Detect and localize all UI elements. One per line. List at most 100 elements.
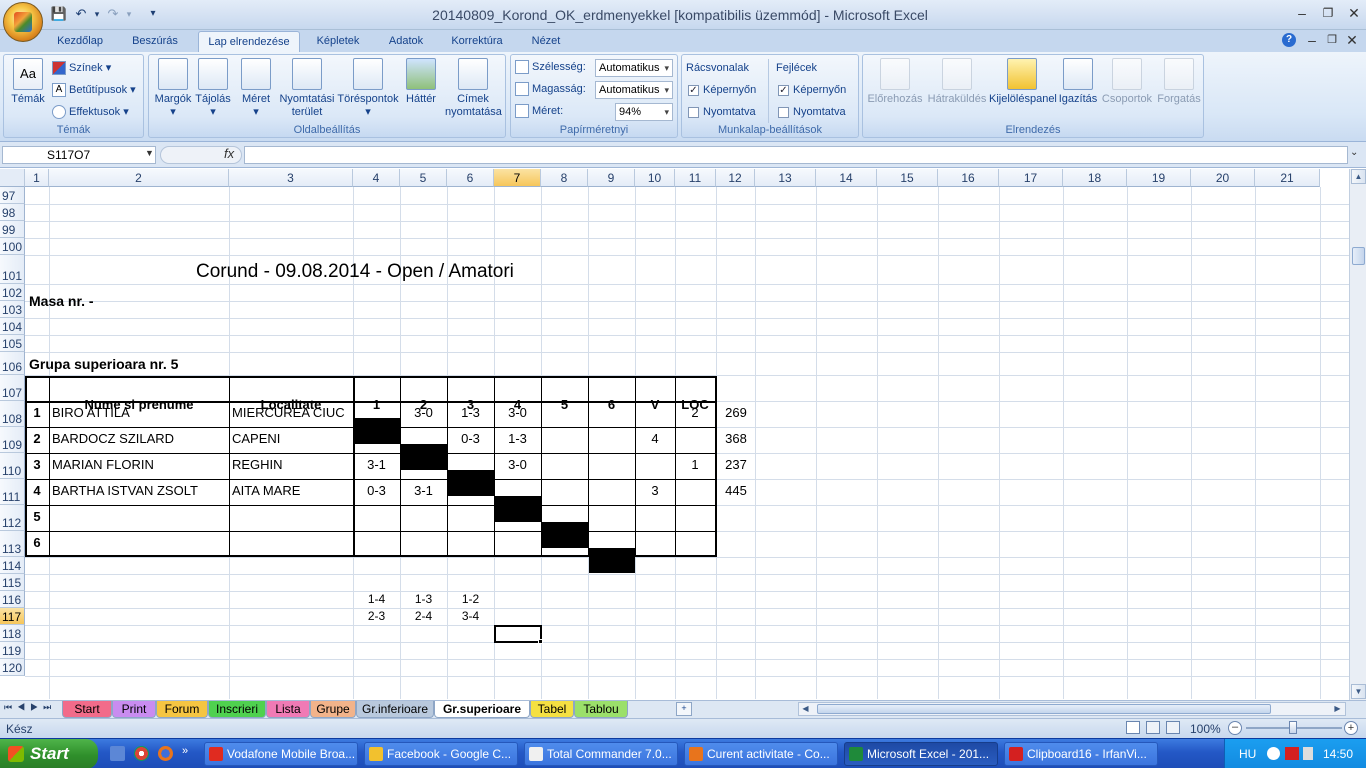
player-number[interactable]: 6 — [25, 535, 49, 550]
tab-nezet[interactable]: Nézet — [522, 31, 570, 52]
tab-beszuras[interactable]: Beszúrás — [122, 31, 188, 52]
row-header[interactable]: 109 — [0, 427, 25, 453]
player-name[interactable]: BARTHA ISTVAN ZSOLT — [52, 483, 198, 498]
column-header[interactable]: 6 — [447, 169, 494, 187]
player-number[interactable]: 2 — [25, 431, 49, 446]
row-header[interactable]: 102 — [0, 284, 25, 301]
player-locality[interactable]: MIERCUREA CIUC — [232, 405, 345, 420]
scroll-up-icon[interactable]: ▲ — [1351, 169, 1366, 184]
row-header[interactable]: 98 — [0, 204, 25, 221]
row-header[interactable]: 100 — [0, 238, 25, 255]
quicklaunch-more-icon[interactable]: » — [182, 745, 188, 757]
selection-pane-button[interactable]: Kijelöléspanel — [989, 58, 1057, 106]
player-place[interactable]: 1 — [675, 457, 715, 472]
row-header[interactable]: 104 — [0, 318, 25, 335]
player-number[interactable]: 4 — [25, 483, 49, 498]
column-header[interactable]: 10 — [635, 169, 675, 187]
send-backward-button[interactable]: Hátraküldés — [925, 58, 989, 106]
row-header[interactable]: 103 — [0, 301, 25, 318]
bring-forward-button[interactable]: Előrehozás — [865, 58, 925, 106]
horizontal-scroll-thumb[interactable] — [817, 704, 1271, 714]
language-indicator[interactable]: HU — [1239, 739, 1256, 768]
sheet-tab[interactable]: Inscrieri — [208, 701, 266, 718]
row-header[interactable]: 116 — [0, 591, 25, 608]
taskbar-window-button[interactable]: Clipboard16 - IrfanVi... — [1004, 742, 1158, 766]
header-victories[interactable]: V — [635, 397, 675, 412]
save-icon[interactable]: 💾 — [50, 5, 68, 23]
width-select[interactable]: Automatikus — [595, 59, 673, 77]
sheet-tab[interactable]: Start — [62, 701, 112, 718]
tab-korrektura[interactable]: Korrektúra — [444, 31, 510, 52]
player-victories[interactable]: 3 — [635, 483, 675, 498]
column-header[interactable]: 19 — [1127, 169, 1191, 187]
column-header[interactable]: 11 — [675, 169, 716, 187]
match-result[interactable]: 3-0 — [400, 405, 447, 420]
temak-button[interactable]: Aa Témák — [8, 58, 48, 106]
orientation-button[interactable]: Tájolás ▾ — [193, 58, 233, 119]
player-name[interactable]: BARDOCZ SZILARD — [52, 431, 174, 446]
match-result[interactable]: 3-1 — [400, 483, 447, 498]
row-header[interactable]: 106 — [0, 352, 25, 375]
pairing-1-2[interactable]: 1-2 — [447, 592, 494, 606]
vertical-scrollbar[interactable]: ▲ ▼ — [1349, 169, 1366, 700]
gridlines-print-checkbox[interactable]: Nyomtatva — [688, 103, 756, 121]
row-header[interactable]: 113 — [0, 531, 25, 557]
column-header[interactable]: 20 — [1191, 169, 1255, 187]
taskbar-window-button[interactable]: Microsoft Excel - 201... — [844, 742, 998, 766]
margins-button[interactable]: Margók ▾ — [153, 58, 193, 119]
sheet-tab[interactable]: Lista — [266, 701, 310, 718]
row-header[interactable]: 119 — [0, 642, 25, 659]
taskbar-window-button[interactable]: Curent activitate - Co... — [684, 742, 838, 766]
side-value[interactable]: 368 — [716, 431, 756, 446]
vertical-scroll-thumb[interactable] — [1352, 247, 1365, 265]
page-layout-view-icon[interactable] — [1146, 721, 1160, 734]
sheet-tab[interactable]: Tablou — [574, 701, 628, 718]
match-result[interactable]: 3-1 — [353, 457, 400, 472]
height-select[interactable]: Automatikus — [595, 81, 673, 99]
column-header[interactable]: 21 — [1255, 169, 1320, 187]
row-header[interactable]: 97 — [0, 187, 25, 204]
fonts-button[interactable]: A Betűtípusok ▾ — [52, 81, 136, 99]
gridlines-view-checkbox[interactable]: ✓ Képernyőn — [688, 81, 756, 99]
player-place[interactable]: 2 — [675, 405, 715, 420]
row-header[interactable]: 114 — [0, 557, 25, 574]
sheet-tab[interactable]: Grupe — [310, 701, 356, 718]
sheet-tab[interactable]: Forum — [156, 701, 208, 718]
pairing-1-3[interactable]: 1-3 — [400, 592, 447, 606]
row-header[interactable]: 110 — [0, 453, 25, 479]
pairing-2-4[interactable]: 2-4 — [400, 609, 447, 623]
effects-button[interactable]: Effektusok ▾ — [52, 103, 129, 121]
player-name[interactable]: MARIAN FLORIN — [52, 457, 154, 472]
player-name[interactable]: BIRO ATTILA — [52, 405, 130, 420]
row-header[interactable]: 115 — [0, 574, 25, 591]
select-all-corner[interactable] — [0, 169, 25, 187]
show-desktop-icon[interactable] — [110, 746, 125, 761]
player-number[interactable]: 3 — [25, 457, 49, 472]
column-header[interactable]: 9 — [588, 169, 635, 187]
print-titles-button[interactable]: Címek nyomtatása — [443, 58, 503, 119]
match-result[interactable]: 0-3 — [447, 431, 494, 446]
player-locality[interactable]: CAPENI — [232, 431, 280, 446]
column-header[interactable]: 15 — [877, 169, 938, 187]
headings-print-checkbox[interactable]: Nyomtatva — [778, 103, 846, 121]
sheet-tab[interactable]: Gr.superioare — [434, 701, 530, 718]
column-header[interactable]: 2 — [49, 169, 229, 187]
insert-function-icon[interactable]: fx — [224, 146, 234, 161]
match-result[interactable]: 3-0 — [494, 405, 541, 420]
zoom-out-icon[interactable]: – — [1228, 721, 1242, 735]
print-area-button[interactable]: Nyomtatási terület — [277, 58, 337, 119]
player-victories[interactable]: 4 — [635, 431, 675, 446]
name-box[interactable]: S117O7 — [2, 146, 156, 164]
help-icon[interactable]: ? — [1282, 33, 1296, 47]
pairing-1-4[interactable]: 1-4 — [353, 592, 400, 606]
size-button[interactable]: Méret ▾ — [237, 58, 275, 119]
header-col-6[interactable]: 6 — [588, 397, 635, 412]
start-button[interactable]: Start — [0, 739, 98, 768]
background-button[interactable]: Háttér — [401, 58, 441, 106]
taskbar-window-button[interactable]: Facebook - Google C... — [364, 742, 518, 766]
tray-app-icon[interactable] — [1285, 747, 1299, 760]
sheet-title[interactable]: Corund - 09.08.2014 - Open / Amatori — [196, 261, 514, 283]
side-value[interactable]: 269 — [716, 405, 756, 420]
column-header[interactable]: 12 — [716, 169, 755, 187]
row-header[interactable]: 108 — [0, 401, 25, 427]
